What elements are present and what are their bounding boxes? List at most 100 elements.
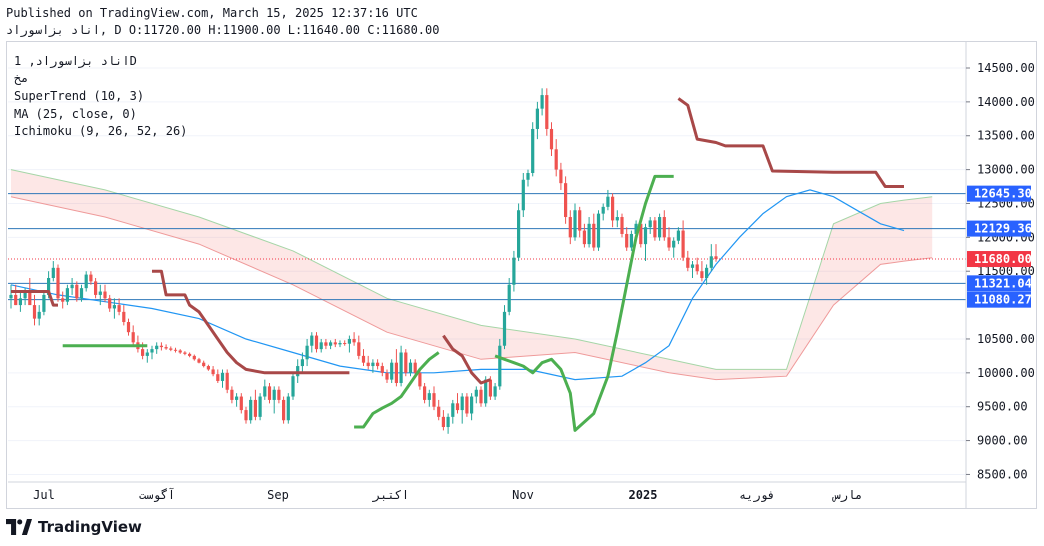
y-tick-label: 14500.00 [977,61,1035,75]
candle-body [672,240,676,248]
x-tick-label: آگوست [139,487,175,503]
brand-name: TradingView [38,518,142,536]
supertrend-up-line [494,174,674,432]
candle-body [423,386,427,400]
candle-body [540,95,544,109]
level-price-label: 11321.04 [974,276,1032,290]
candle-body [648,220,652,228]
tradingview-logo-icon [6,519,32,535]
candle-body [502,311,507,346]
candle-body [709,256,713,268]
candle-body [455,403,460,411]
candle-body [314,335,319,350]
candle-body [451,403,455,417]
candle-body [465,396,469,414]
candle-body [220,372,225,381]
candle-body [376,362,380,367]
candle-body [277,389,281,400]
candle-body [286,396,290,421]
candle-body [347,338,351,344]
candle-body [413,362,417,373]
candle-body [122,311,126,323]
candle-body [117,305,121,312]
candle-body [611,196,615,221]
candle-body [427,393,431,400]
candle-body [225,372,229,390]
candle-body [183,352,187,354]
candle-body [357,342,361,356]
legend-ichimoku[interactable]: Ichimoku (9, 26, 52, 26) [14,124,187,138]
candle-body [714,256,718,260]
candle-body [263,386,267,397]
candle-body [507,284,511,312]
candle-body [549,128,554,150]
candle-body [338,343,342,345]
legend-supertrend[interactable]: SuperTrend (10, 3) [14,89,144,103]
candle-body [112,305,116,309]
candle-body [531,128,535,173]
candle-body [343,343,347,345]
candle-body [145,352,149,356]
candle-body [418,372,422,387]
candle-body [51,267,55,278]
candle-body [643,227,648,245]
candle-body [380,366,384,373]
candle-body [14,294,18,306]
level-price-label: 11080.27 [974,293,1032,307]
candle-body [169,348,173,350]
candle-body [578,210,582,231]
candle-body [324,342,328,346]
candle-body [498,345,502,387]
candle-body [521,179,525,211]
candle-body [573,210,577,238]
candle-body [592,223,596,248]
legend-ma[interactable]: MA (25, close, 0) [14,107,137,121]
candle-body [56,267,60,299]
candle-body [361,355,366,363]
candle-body [131,332,135,343]
candle-body [188,353,192,356]
candle-body [535,108,539,129]
candle-body [173,349,178,351]
candle-body [164,347,168,349]
candle-body [235,396,239,400]
candle-body [686,257,690,268]
price-chart[interactable]: 14500.0014000.0013500.0013000.0012500.00… [0,0,1044,546]
y-tick-label: 9000.00 [977,434,1028,448]
candle-body [582,230,586,245]
candle-body [79,288,84,299]
candle-body [493,386,497,397]
candle-body [108,298,112,309]
candle-body [239,396,243,411]
candle-body [141,349,145,356]
footer-brand[interactable]: TradingView [6,515,142,539]
candle-body [94,281,98,295]
candle-body [437,406,441,417]
x-tick-label: Sep [267,488,289,502]
level-price-label: 12645.30 [974,187,1032,201]
candle-body [587,223,591,245]
candle-body [28,291,32,306]
candle-body [620,217,624,234]
candle-body [629,233,633,248]
candle-body [258,396,262,417]
candle-body [366,362,370,367]
x-tick-label: مارس [832,488,863,503]
candle-body [441,416,445,428]
x-tick-label: Jul [33,488,55,502]
supertrend-down-line [677,97,904,188]
y-tick-label: 13000.00 [977,163,1035,177]
candle-body [625,233,629,248]
candle-body [126,322,131,333]
candle-body [399,352,403,383]
candle-body [596,213,601,248]
candle-body [98,291,102,295]
candle-body [253,399,257,417]
y-tick-label: 10000.00 [977,366,1035,380]
candle-body [32,305,37,319]
x-tick-label: اکتبر [372,488,409,503]
candle-body [662,217,666,238]
candle-body [272,389,276,400]
y-tick-label: 9500.00 [977,400,1028,414]
candle-body [267,386,272,400]
